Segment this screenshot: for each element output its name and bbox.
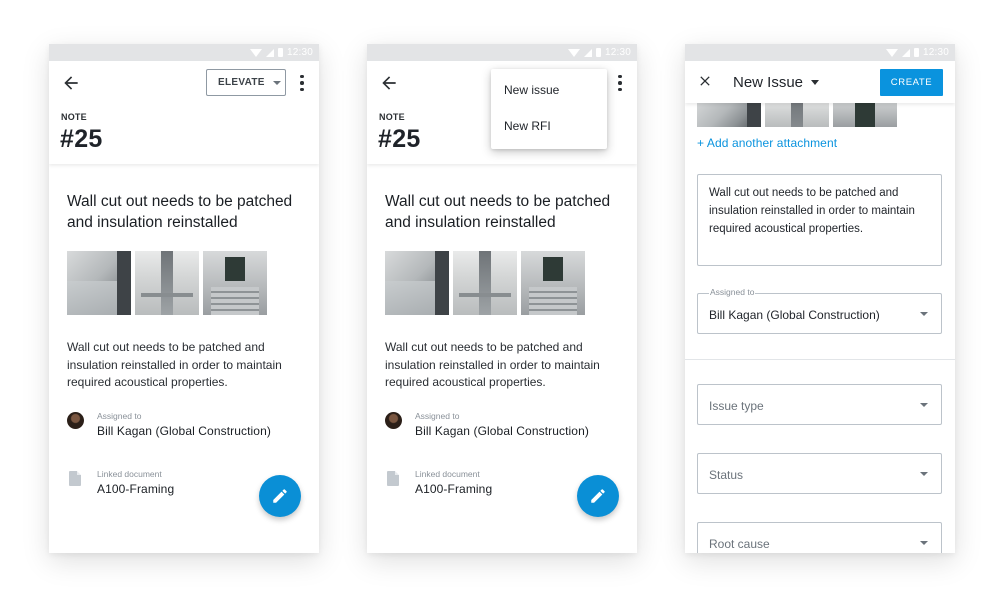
status-bar: 12:30 bbox=[367, 44, 637, 61]
assigned-to-label: Assigned to bbox=[709, 287, 756, 297]
elevate-menu: New issue New RFI bbox=[491, 69, 607, 149]
linked-document-label: Linked document bbox=[415, 469, 480, 479]
note-type-label: NOTE bbox=[379, 112, 405, 122]
linked-document-label: Linked document bbox=[97, 469, 162, 479]
assigned-to-row: Assigned to Bill Kagan (Global Construct… bbox=[67, 411, 307, 443]
photo-thumbnail[interactable] bbox=[385, 251, 449, 315]
assigned-to-select[interactable]: Assigned to Bill Kagan (Global Construct… bbox=[697, 287, 942, 334]
avatar bbox=[385, 412, 402, 429]
battery-icon bbox=[595, 48, 601, 57]
pencil-icon bbox=[591, 489, 605, 503]
note-title: Wall cut out needs to be patched and ins… bbox=[385, 193, 611, 231]
photo-thumbnail[interactable] bbox=[135, 251, 199, 315]
signal-icon bbox=[265, 48, 274, 57]
avatar bbox=[67, 412, 84, 429]
back-arrow-icon[interactable] bbox=[61, 73, 81, 93]
note-description: Wall cut out needs to be patched and ins… bbox=[67, 340, 282, 389]
signal-icon bbox=[583, 48, 592, 57]
note-type-label: NOTE bbox=[61, 112, 87, 122]
status-placeholder: Status bbox=[709, 468, 744, 482]
elevate-dropdown-button[interactable]: ELEVATE bbox=[206, 69, 286, 96]
photo-thumbnails bbox=[385, 251, 585, 315]
phone-screen-note-menu: 12:30 NOTE #25 New issue New RFI Wall cu… bbox=[367, 44, 637, 553]
document-icon bbox=[69, 471, 81, 486]
chevron-down-icon bbox=[920, 541, 928, 545]
new-issue-header: New Issue CREATE bbox=[685, 61, 955, 103]
note-number: #25 bbox=[378, 125, 421, 153]
root-cause-placeholder: Root cause bbox=[709, 537, 770, 551]
linked-document-value: A100-Framing bbox=[97, 482, 175, 496]
status-time: 12:30 bbox=[922, 47, 949, 58]
back-arrow-icon[interactable] bbox=[379, 73, 399, 93]
create-button[interactable]: CREATE bbox=[880, 69, 943, 96]
signal-icon bbox=[901, 48, 910, 57]
assigned-to-value: Bill Kagan (Global Construction) bbox=[415, 424, 589, 438]
more-options-icon[interactable] bbox=[295, 73, 309, 93]
status-time: 12:30 bbox=[604, 47, 631, 58]
wifi-icon bbox=[249, 48, 262, 57]
note-title: Wall cut out needs to be patched and ins… bbox=[67, 193, 293, 231]
elevate-label: ELEVATE bbox=[218, 77, 265, 88]
assigned-to-value: Bill Kagan (Global Construction) bbox=[709, 308, 880, 322]
phone-screen-note: 12:30 ELEVATE NOTE #25 Wall cut out need… bbox=[49, 44, 319, 553]
add-attachment-link[interactable]: + Add another attachment bbox=[697, 136, 837, 150]
pencil-icon bbox=[273, 489, 287, 503]
linked-document-value: A100-Framing bbox=[415, 482, 493, 496]
menu-item-new-issue[interactable]: New issue bbox=[491, 82, 607, 118]
menu-item-new-rfi[interactable]: New RFI bbox=[491, 118, 607, 154]
page-title: New Issue bbox=[733, 74, 804, 91]
note-number: #25 bbox=[60, 125, 103, 153]
battery-icon bbox=[913, 48, 919, 57]
assigned-to-row: Assigned to Bill Kagan (Global Construct… bbox=[385, 411, 625, 443]
photo-thumbnail[interactable] bbox=[67, 251, 131, 315]
status-select[interactable]: Status bbox=[697, 453, 942, 494]
assigned-to-value: Bill Kagan (Global Construction) bbox=[97, 424, 271, 438]
document-icon bbox=[387, 471, 399, 486]
photo-thumbnail[interactable] bbox=[203, 251, 267, 315]
issue-type-placeholder: Issue type bbox=[709, 399, 764, 413]
divider bbox=[685, 359, 955, 360]
chevron-down-icon bbox=[920, 472, 928, 476]
issue-type-title-dropdown[interactable]: New Issue bbox=[733, 74, 820, 91]
chevron-down-icon bbox=[920, 312, 928, 316]
status-bar: 12:30 bbox=[685, 44, 955, 61]
edit-fab-button[interactable] bbox=[259, 475, 301, 517]
photo-thumbnail[interactable] bbox=[453, 251, 517, 315]
battery-icon bbox=[277, 48, 283, 57]
chevron-down-icon bbox=[811, 80, 820, 85]
root-cause-select[interactable]: Root cause bbox=[697, 522, 942, 553]
new-issue-form: + Add another attachment Wall cut out ne… bbox=[685, 97, 955, 553]
photo-thumbnail[interactable] bbox=[521, 251, 585, 315]
description-field[interactable]: Wall cut out needs to be patched and ins… bbox=[697, 174, 942, 266]
wifi-icon bbox=[567, 48, 580, 57]
chevron-down-icon bbox=[272, 80, 281, 85]
edit-fab-button[interactable] bbox=[577, 475, 619, 517]
status-time: 12:30 bbox=[286, 47, 313, 58]
more-options-icon[interactable] bbox=[613, 73, 627, 93]
close-icon[interactable] bbox=[697, 73, 713, 89]
wifi-icon bbox=[885, 48, 898, 57]
phone-screen-new-issue: 12:30 New Issue CREATE + Add another att… bbox=[685, 44, 955, 553]
assigned-to-label: Assigned to bbox=[97, 411, 142, 421]
status-bar: 12:30 bbox=[49, 44, 319, 61]
note-header: ELEVATE NOTE #25 bbox=[49, 61, 319, 164]
assigned-to-label: Assigned to bbox=[415, 411, 460, 421]
issue-type-select[interactable]: Issue type bbox=[697, 384, 942, 425]
note-description: Wall cut out needs to be patched and ins… bbox=[385, 340, 600, 389]
photo-thumbnails bbox=[67, 251, 267, 315]
chevron-down-icon bbox=[920, 403, 928, 407]
